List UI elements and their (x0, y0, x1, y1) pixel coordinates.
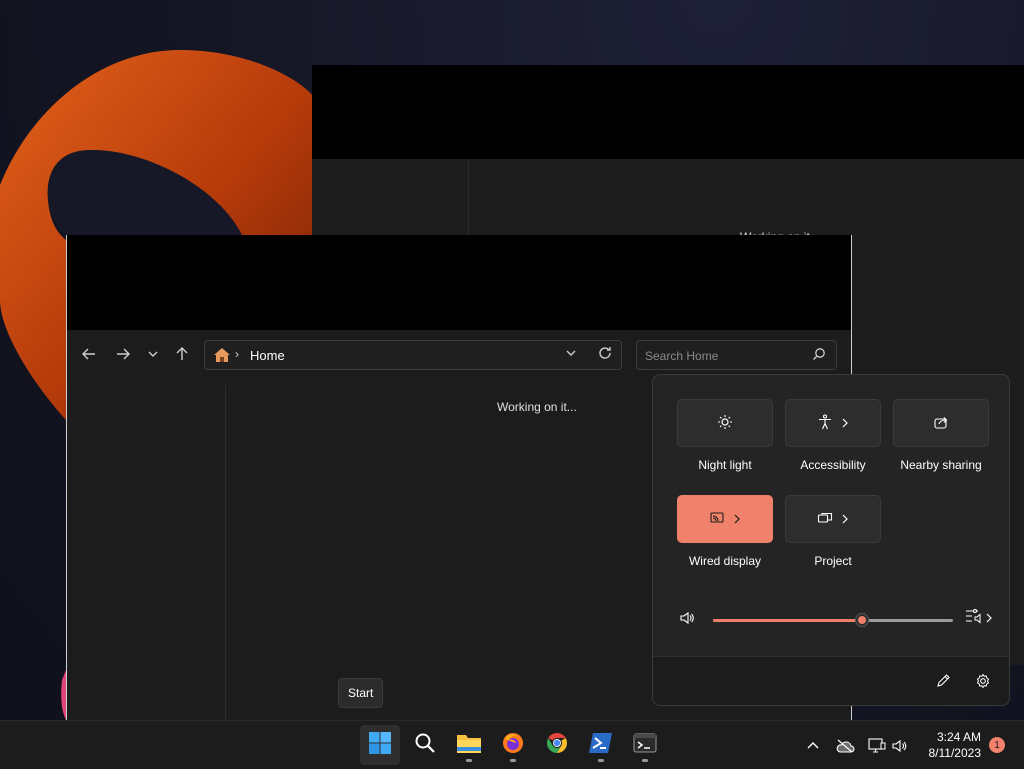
notification-badge[interactable]: 1 (989, 737, 1005, 753)
volume-slider-track[interactable] (713, 613, 953, 627)
project-toggle[interactable] (785, 495, 881, 543)
clock-date: 8/11/2023 (928, 746, 982, 760)
firefox-icon (501, 731, 525, 760)
address-dropdown-chevron-icon[interactable] (565, 347, 577, 362)
accessibility-icon (817, 413, 833, 433)
nearby-sharing-toggle[interactable] (893, 399, 989, 447)
volume-slider-fill (713, 619, 862, 622)
status-text: Working on it... (497, 400, 577, 414)
start-tooltip: Start (338, 678, 384, 708)
chevron-right-icon[interactable] (733, 511, 741, 527)
taskbar: 3:24 AM 8/11/2023 1 (0, 720, 1024, 769)
breadcrumb-home[interactable]: Home (250, 348, 285, 363)
clock[interactable]: 3:24 AM 8/11/2023 (929, 729, 982, 761)
search-input[interactable] (637, 341, 807, 371)
search-icon (414, 732, 436, 759)
chevron-right-icon[interactable] (841, 511, 849, 527)
recent-locations-chevron-icon[interactable] (141, 342, 165, 366)
chrome-icon (545, 731, 569, 760)
window-titlebar[interactable] (312, 65, 1024, 159)
running-indicator (510, 759, 516, 762)
cast-icon (709, 510, 725, 529)
onedrive-offline-icon[interactable] (834, 735, 856, 757)
running-indicator (598, 759, 604, 762)
sound-output-button[interactable] (965, 608, 993, 629)
volume-slider-thumb[interactable] (854, 613, 869, 627)
window-titlebar[interactable] (67, 235, 851, 330)
chrome-taskbar-button[interactable] (537, 725, 577, 765)
powershell-taskbar-button[interactable] (581, 725, 621, 765)
windows-logo-icon (368, 731, 392, 760)
clock-time: 3:24 AM (936, 730, 981, 744)
chevron-right-icon (985, 610, 993, 628)
firefox-taskbar-button[interactable] (493, 725, 533, 765)
folder-icon (456, 732, 482, 759)
tile-label: Project (814, 554, 852, 568)
brightness-icon (717, 414, 733, 433)
tile-label: Nearby sharing (900, 458, 982, 472)
powershell-icon (589, 732, 613, 759)
tile-label: Night light (698, 458, 752, 472)
volume-row (653, 600, 1009, 640)
refresh-icon[interactable] (597, 345, 613, 365)
quick-settings-panel: Night light Accessibility Nearby sharing… (652, 374, 1010, 706)
breadcrumb-chevron-icon: › (235, 347, 239, 361)
night-light-toggle[interactable] (677, 399, 773, 447)
network-icon[interactable] (866, 735, 888, 757)
terminal-taskbar-button[interactable] (625, 725, 665, 765)
tile-label: Wired display (688, 554, 762, 568)
project-icon (817, 510, 833, 529)
address-bar[interactable]: › Home (204, 340, 622, 370)
share-icon (933, 414, 949, 433)
chevron-right-icon[interactable] (841, 415, 849, 431)
forward-arrow-icon[interactable] (111, 342, 135, 366)
accessibility-toggle[interactable] (785, 399, 881, 447)
wired-display-toggle[interactable] (677, 495, 773, 543)
volume-icon[interactable] (889, 735, 911, 757)
up-arrow-icon[interactable] (170, 342, 194, 366)
running-indicator (642, 759, 648, 762)
running-indicator (466, 759, 472, 762)
search-icon[interactable] (812, 347, 826, 366)
taskbar-search-button[interactable] (405, 725, 445, 765)
settings-gear-icon[interactable] (973, 671, 993, 691)
show-hidden-icons-chevron-icon[interactable] (802, 735, 824, 757)
terminal-icon (633, 733, 657, 758)
explorer-toolbar: › Home (67, 330, 851, 376)
audio-mixer-icon (965, 608, 983, 629)
tile-label: Accessibility (800, 458, 866, 472)
back-arrow-icon[interactable] (77, 342, 101, 366)
nav-pane-divider[interactable] (225, 385, 226, 720)
start-button[interactable] (360, 725, 400, 765)
edit-pencil-icon[interactable] (933, 671, 953, 691)
quick-settings-footer (653, 656, 1009, 705)
search-box[interactable] (636, 340, 837, 371)
speaker-icon[interactable] (679, 610, 695, 631)
home-icon (213, 347, 231, 368)
file-explorer-taskbar-button[interactable] (449, 725, 489, 765)
